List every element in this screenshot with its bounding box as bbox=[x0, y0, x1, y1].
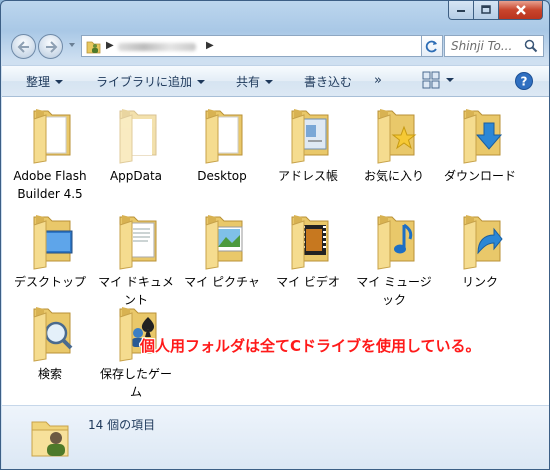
back-button[interactable] bbox=[11, 34, 36, 59]
folder-label: マイ ビデオ bbox=[276, 275, 340, 289]
svg-text:?: ? bbox=[521, 75, 528, 89]
more-label: » bbox=[374, 73, 382, 88]
organize-menu[interactable]: 整理 bbox=[26, 73, 64, 90]
help-button[interactable]: ? bbox=[514, 71, 534, 95]
organize-label: 整理 bbox=[26, 75, 51, 89]
folder-label: Desktop bbox=[197, 169, 247, 183]
maximize-icon bbox=[481, 5, 491, 14]
folder-label: マイ ピクチャ bbox=[184, 275, 260, 289]
chevron-down-icon bbox=[265, 79, 274, 84]
command-bar: 整理 ライブラリに追加 共有 書き込む » ? bbox=[2, 65, 549, 97]
folder-icon bbox=[33, 109, 71, 164]
search-placeholder: Shinji To... bbox=[451, 39, 513, 53]
details-pane: 14 個の項目 bbox=[2, 405, 549, 469]
share-menu[interactable]: 共有 bbox=[236, 73, 274, 90]
change-view-button[interactable] bbox=[422, 71, 454, 89]
folder-label: マイ ミュージック bbox=[356, 275, 432, 307]
folder-item[interactable]: 検索 bbox=[10, 303, 90, 383]
chevron-down-icon bbox=[446, 78, 454, 82]
minimize-icon bbox=[457, 10, 465, 12]
folder-label: 検索 bbox=[37, 367, 62, 381]
forward-icon bbox=[45, 40, 57, 53]
chevron-down-icon bbox=[197, 79, 206, 84]
folder-item[interactable]: Adobe Flash Builder 4.5 bbox=[10, 105, 90, 203]
folder-label: アドレス帳 bbox=[277, 169, 338, 183]
folder-content-area: Adobe Flash Builder 4.5 AppData Desktop … bbox=[2, 97, 549, 405]
folder-label: Adobe Flash Builder 4.5 bbox=[13, 169, 87, 201]
contacts-folder-icon bbox=[291, 109, 329, 164]
folder-item[interactable]: マイ ミュージック bbox=[354, 211, 434, 309]
user-folder-icon bbox=[31, 421, 69, 457]
add-to-library-menu[interactable]: ライブラリに追加 bbox=[96, 73, 206, 90]
close-button[interactable] bbox=[499, 1, 543, 20]
documents-folder-icon bbox=[119, 215, 157, 270]
annotation-text: 個人用フォルダは全てCドライブを使用している。 bbox=[140, 337, 481, 355]
desktop-folder-icon bbox=[33, 215, 73, 270]
more-commands-button[interactable]: » bbox=[374, 73, 382, 88]
folder-item[interactable]: マイ ドキュメント bbox=[96, 211, 176, 309]
folder-item[interactable]: マイ ビデオ bbox=[268, 211, 348, 291]
view-options-icon bbox=[422, 71, 440, 89]
pictures-folder-icon bbox=[205, 215, 243, 270]
folder-label: デスクトップ bbox=[13, 275, 86, 289]
folder-label: AppData bbox=[109, 169, 163, 183]
folder-hidden-icon bbox=[119, 109, 157, 164]
breadcrumb-separator[interactable]: ▶ bbox=[106, 40, 114, 51]
share-label: 共有 bbox=[236, 75, 261, 89]
recent-pages-dropdown[interactable] bbox=[69, 43, 75, 47]
folder-user-icon bbox=[86, 41, 101, 54]
downloads-folder-icon bbox=[463, 109, 503, 164]
item-count: 14 個の項目 bbox=[88, 418, 156, 432]
searches-folder-icon bbox=[33, 307, 73, 362]
explorer-window: ▶ ▶ Shinji To... 整理 ライブラリに追加 共有 書き込む » ? bbox=[0, 0, 550, 470]
folder-item[interactable]: デスクトップ bbox=[10, 211, 90, 291]
close-icon bbox=[515, 5, 526, 15]
folder-label: ダウンロード bbox=[443, 169, 516, 183]
folder-item[interactable]: お気に入り bbox=[354, 105, 434, 185]
breadcrumb-user-blurred[interactable] bbox=[118, 43, 196, 51]
videos-folder-icon bbox=[291, 215, 329, 270]
navigation-bar: ▶ ▶ Shinji To... bbox=[9, 31, 544, 63]
folder-item[interactable]: Desktop bbox=[182, 105, 262, 185]
folder-item[interactable]: アドレス帳 bbox=[268, 105, 348, 185]
folder-item[interactable]: マイ ピクチャ bbox=[182, 211, 262, 291]
burn-button[interactable]: 書き込む bbox=[304, 73, 352, 90]
window-controls bbox=[448, 1, 543, 21]
chevron-down-icon bbox=[55, 79, 64, 84]
back-icon bbox=[17, 40, 29, 53]
burn-label: 書き込む bbox=[304, 75, 353, 89]
add-to-library-label: ライブラリに追加 bbox=[96, 75, 193, 89]
favorites-folder-icon bbox=[377, 109, 417, 164]
refresh-button[interactable] bbox=[421, 35, 443, 57]
folder-label: お気に入り bbox=[363, 169, 424, 183]
folder-item[interactable]: AppData bbox=[96, 105, 176, 185]
help-icon: ? bbox=[515, 72, 533, 90]
minimize-button[interactable] bbox=[448, 1, 474, 20]
folder-item[interactable]: リンク bbox=[440, 211, 520, 291]
forward-button[interactable] bbox=[38, 34, 63, 59]
address-bar[interactable]: ▶ ▶ bbox=[81, 35, 441, 57]
search-icon bbox=[524, 39, 538, 53]
folder-label: リンク bbox=[461, 275, 498, 289]
refresh-icon bbox=[425, 40, 437, 53]
breadcrumb-separator[interactable]: ▶ bbox=[206, 40, 214, 51]
maximize-button[interactable] bbox=[474, 1, 499, 20]
links-folder-icon bbox=[463, 215, 503, 270]
search-field[interactable]: Shinji To... bbox=[444, 35, 544, 57]
folder-label: 保存したゲーム bbox=[99, 367, 172, 399]
folder-icon bbox=[205, 109, 243, 164]
folder-item[interactable]: ダウンロード bbox=[440, 105, 520, 185]
music-folder-icon bbox=[377, 215, 415, 270]
